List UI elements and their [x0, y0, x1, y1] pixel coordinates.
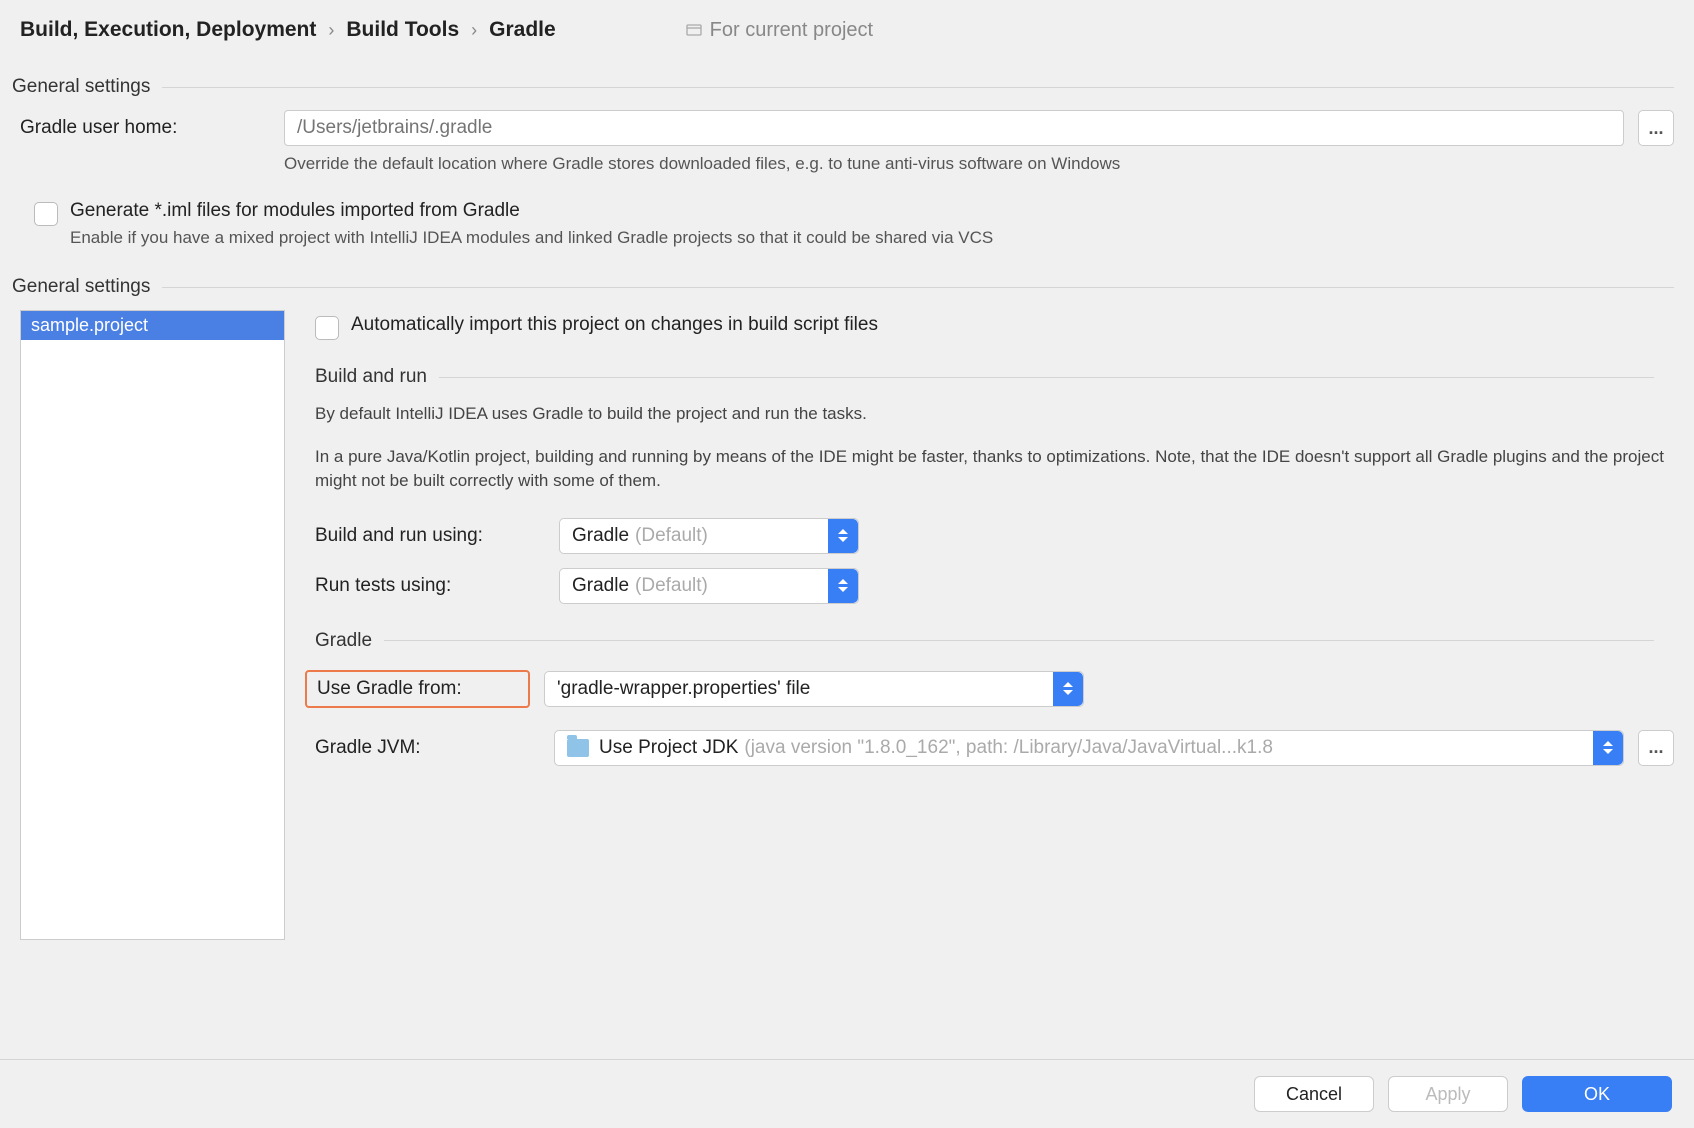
run-tests-label: Run tests using: — [315, 575, 545, 597]
build-run-desc1: By default IntelliJ IDEA uses Gradle to … — [315, 402, 1674, 427]
browse-button[interactable]: ... — [1638, 110, 1674, 146]
gradle-jvm-detail: (java version "1.8.0_162", path: /Librar… — [744, 737, 1273, 759]
section-divider — [162, 87, 1674, 88]
run-tests-default: (Default) — [635, 575, 708, 597]
generate-iml-checkbox[interactable] — [34, 202, 58, 226]
breadcrumb: Build, Execution, Deployment › Build Too… — [0, 0, 1694, 56]
run-tests-value: Gradle — [572, 575, 629, 597]
folder-icon — [567, 739, 589, 757]
gradle-jvm-value: Use Project JDK — [599, 737, 738, 759]
project-list[interactable]: sample.project — [20, 310, 285, 940]
section-general-1: General settings — [12, 76, 1674, 98]
gradle-jvm-select[interactable]: Use Project JDK (java version "1.8.0_162… — [554, 730, 1624, 766]
section-general-1-label: General settings — [12, 76, 150, 98]
project-list-item[interactable]: sample.project — [21, 311, 284, 340]
updown-icon — [1053, 672, 1083, 706]
updown-icon — [828, 519, 858, 553]
build-run-desc2: In a pure Java/Kotlin project, building … — [315, 445, 1674, 494]
section-divider — [384, 640, 1654, 641]
section-gradle: Gradle — [315, 630, 1654, 652]
build-and-run-header: Build and run — [315, 366, 427, 388]
generate-iml-hint: Enable if you have a mixed project with … — [70, 228, 993, 248]
gradle-jvm-label: Gradle JVM: — [315, 737, 540, 759]
gradle-header: Gradle — [315, 630, 372, 652]
use-gradle-from-label: Use Gradle from: — [305, 670, 530, 708]
auto-import-label: Automatically import this project on cha… — [351, 314, 878, 336]
button-bar: Cancel Apply OK — [0, 1059, 1694, 1128]
use-gradle-from-select[interactable]: 'gradle-wrapper.properties' file — [544, 671, 1084, 707]
updown-icon — [1593, 731, 1623, 765]
chevron-right-icon: › — [328, 20, 334, 41]
gradle-jvm-browse-button[interactable]: ... — [1638, 730, 1674, 766]
build-using-value: Gradle — [572, 525, 629, 547]
updown-icon — [828, 569, 858, 603]
gradle-user-home-input[interactable] — [284, 110, 1624, 146]
section-build-and-run: Build and run — [315, 366, 1654, 388]
current-project-text: For current project — [710, 19, 873, 42]
section-general-2-label: General settings — [12, 276, 150, 298]
chevron-right-icon: › — [471, 20, 477, 41]
section-divider — [439, 377, 1654, 378]
run-tests-select[interactable]: Gradle (Default) — [559, 568, 859, 604]
section-divider — [162, 287, 1674, 288]
auto-import-checkbox[interactable] — [315, 316, 339, 340]
build-using-default: (Default) — [635, 525, 708, 547]
breadcrumb-item-3: Gradle — [489, 18, 556, 42]
section-general-2: General settings — [12, 276, 1674, 298]
breadcrumb-item-2[interactable]: Build Tools — [346, 18, 459, 42]
build-using-select[interactable]: Gradle (Default) — [559, 518, 859, 554]
generate-iml-label: Generate *.iml files for modules importe… — [70, 200, 993, 222]
ok-button[interactable]: OK — [1522, 1076, 1672, 1112]
gradle-user-home-label: Gradle user home: — [20, 117, 270, 139]
gradle-user-home-hint: Override the default location where Grad… — [284, 154, 1120, 174]
apply-button[interactable]: Apply — [1388, 1076, 1508, 1112]
use-gradle-from-value: 'gradle-wrapper.properties' file — [557, 678, 810, 700]
project-scope-icon — [686, 22, 702, 38]
current-project-label: For current project — [686, 19, 873, 42]
breadcrumb-item-1[interactable]: Build, Execution, Deployment — [20, 18, 316, 42]
cancel-button[interactable]: Cancel — [1254, 1076, 1374, 1112]
build-using-label: Build and run using: — [315, 525, 545, 547]
